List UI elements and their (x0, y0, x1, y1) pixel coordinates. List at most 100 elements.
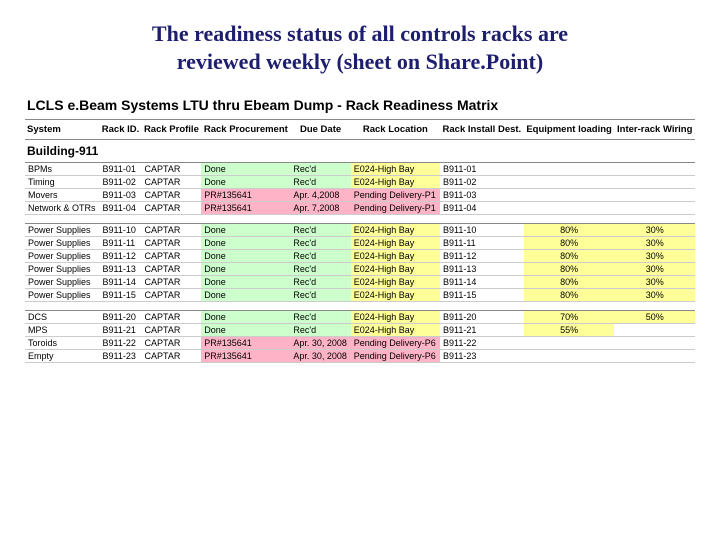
col-wiring: Inter-rack Wiring (614, 120, 695, 140)
cell-wiring: 30% (614, 237, 695, 250)
cell-due: Rec'd (290, 276, 350, 289)
cell-system: Timing (25, 176, 100, 189)
cell-procurement: Done (201, 250, 290, 263)
cell-due: Apr. 30, 2008 (290, 350, 350, 363)
cell-due: Rec'd (290, 311, 350, 324)
cell-profile: CAPTAR (142, 350, 202, 363)
cell-due: Rec'd (290, 237, 350, 250)
cell-wiring: 30% (614, 276, 695, 289)
cell-profile: CAPTAR (142, 189, 202, 202)
cell-rack-id: B911-14 (100, 276, 142, 289)
cell-profile: CAPTAR (142, 202, 202, 215)
cell-procurement: PR#135641 (201, 337, 290, 350)
cell-system: Power Supplies (25, 289, 100, 302)
cell-location: Pending Delivery-P1 (351, 189, 440, 202)
table-row: Power SuppliesB911-11CAPTARDoneRec'dE024… (25, 237, 695, 250)
cell-location: E024-High Bay (351, 224, 440, 237)
cell-rack-id: B911-01 (100, 163, 142, 176)
cell-rack-id: B911-22 (100, 337, 142, 350)
cell-load: 80% (524, 263, 615, 276)
cell-wiring: 30% (614, 224, 695, 237)
cell-wiring: 50% (614, 311, 695, 324)
cell-location: E024-High Bay (351, 176, 440, 189)
cell-system: DCS (25, 311, 100, 324)
cell-wiring (614, 337, 695, 350)
cell-wiring (614, 202, 695, 215)
cell-load: 80% (524, 276, 615, 289)
cell-location: E024-High Bay (351, 237, 440, 250)
cell-due: Rec'd (290, 263, 350, 276)
cell-location: Pending Delivery-P1 (351, 202, 440, 215)
cell-rack-id: B911-20 (100, 311, 142, 324)
cell-procurement: Done (201, 263, 290, 276)
cell-due: Rec'd (290, 324, 350, 337)
col-load: Equipment loading (524, 120, 615, 140)
table-row: MPSB911-21CAPTARDoneRec'dE024-High BayB9… (25, 324, 695, 337)
cell-wiring (614, 189, 695, 202)
cell-due: Rec'd (290, 224, 350, 237)
col-proc: Rack Procurement (201, 120, 290, 140)
cell-load (524, 202, 615, 215)
cell-dest: B911-15 (440, 289, 524, 302)
cell-due: Apr. 30, 2008 (290, 337, 350, 350)
table-row: BPMsB911-01CAPTARDoneRec'dE024-High BayB… (25, 163, 695, 176)
cell-procurement: PR#135641 (201, 350, 290, 363)
cell-rack-id: B911-13 (100, 263, 142, 276)
cell-load (524, 350, 615, 363)
cell-due: Apr. 7,2008 (290, 202, 350, 215)
cell-profile: CAPTAR (142, 263, 202, 276)
group-gap (25, 215, 695, 224)
section-row: Building-911 (25, 140, 695, 163)
cell-profile: CAPTAR (142, 224, 202, 237)
cell-wiring (614, 176, 695, 189)
cell-profile: CAPTAR (142, 163, 202, 176)
table-row: Power SuppliesB911-13CAPTARDoneRec'dE024… (25, 263, 695, 276)
cell-rack-id: B911-12 (100, 250, 142, 263)
cell-dest: B911-14 (440, 276, 524, 289)
table-row: Power SuppliesB911-10CAPTARDoneRec'dE024… (25, 224, 695, 237)
cell-load: 80% (524, 289, 615, 302)
cell-procurement: Done (201, 224, 290, 237)
cell-dest: B911-03 (440, 189, 524, 202)
cell-profile: CAPTAR (142, 311, 202, 324)
section-label: Building-911 (25, 140, 695, 163)
cell-procurement: Done (201, 324, 290, 337)
header-row: System Rack ID. Rack Profile Rack Procur… (25, 120, 695, 140)
title-line2: reviewed weekly (sheet on Share.Point) (177, 49, 543, 74)
cell-dest: B911-01 (440, 163, 524, 176)
cell-dest: B911-10 (440, 224, 524, 237)
cell-dest: B911-23 (440, 350, 524, 363)
cell-due: Rec'd (290, 163, 350, 176)
cell-dest: B911-04 (440, 202, 524, 215)
cell-wiring: 30% (614, 289, 695, 302)
col-rack-id: Rack ID. (100, 120, 142, 140)
cell-dest: B911-20 (440, 311, 524, 324)
cell-load (524, 189, 615, 202)
cell-profile: CAPTAR (142, 289, 202, 302)
cell-procurement: PR#135641 (201, 202, 290, 215)
cell-load: 80% (524, 237, 615, 250)
cell-rack-id: B911-21 (100, 324, 142, 337)
slide-title: The readiness status of all controls rac… (25, 20, 695, 75)
cell-location: E024-High Bay (351, 324, 440, 337)
cell-location: E024-High Bay (351, 276, 440, 289)
cell-rack-id: B911-15 (100, 289, 142, 302)
cell-rack-id: B911-23 (100, 350, 142, 363)
cell-procurement: Done (201, 311, 290, 324)
cell-system: Toroids (25, 337, 100, 350)
table-row: ToroidsB911-22CAPTARPR#135641Apr. 30, 20… (25, 337, 695, 350)
cell-system: Power Supplies (25, 237, 100, 250)
cell-profile: CAPTAR (142, 176, 202, 189)
cell-wiring: 30% (614, 263, 695, 276)
cell-load: 80% (524, 250, 615, 263)
cell-wiring (614, 163, 695, 176)
cell-system: MPS (25, 324, 100, 337)
table-row: Power SuppliesB911-12CAPTARDoneRec'dE024… (25, 250, 695, 263)
cell-procurement: PR#135641 (201, 189, 290, 202)
cell-procurement: Done (201, 176, 290, 189)
title-line1: The readiness status of all controls rac… (152, 21, 568, 46)
cell-wiring: 30% (614, 250, 695, 263)
cell-rack-id: B911-10 (100, 224, 142, 237)
cell-profile: CAPTAR (142, 250, 202, 263)
cell-load (524, 176, 615, 189)
